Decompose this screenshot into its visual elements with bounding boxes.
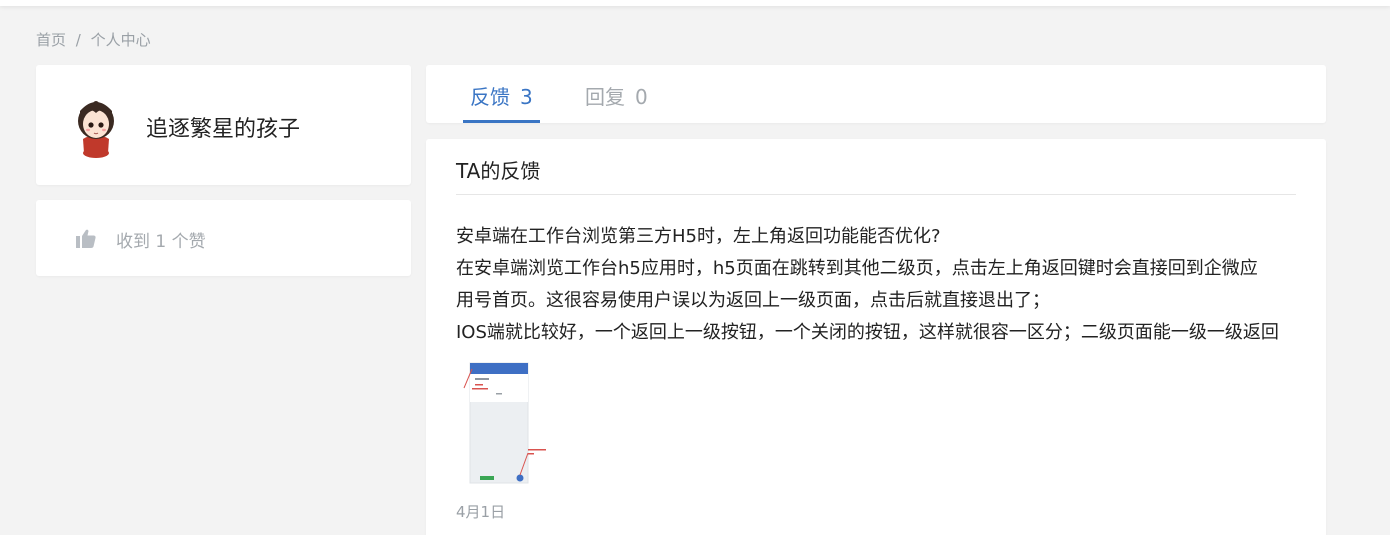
- post-body-line: IOS端就比较好，一个返回上一级按钮，一个关闭的按钮，这样就很容一区分；二级页面…: [456, 322, 1279, 343]
- feedback-list-card: TA的反馈 安卓端在工作台浏览第三方H5时，左上角返回功能能否优化? 在安卓端浏…: [426, 139, 1326, 535]
- breadcrumb: 首页 / 个人中心: [36, 29, 151, 50]
- section-title: TA的反馈: [456, 159, 541, 183]
- tabs-bar: 反馈 3 回复 0: [426, 65, 1326, 123]
- thumbs-up-icon: [76, 229, 96, 248]
- tab-feedback-count: 3: [520, 85, 533, 109]
- divider: [456, 194, 1296, 195]
- tab-reply-count: 0: [635, 85, 648, 109]
- tab-feedback[interactable]: 反馈 3: [470, 81, 533, 110]
- username: 追逐繁星的孩子: [146, 117, 301, 142]
- post-body-line: 在安卓端浏览工作台h5应用时，h5页面在跳转到其他二级页，点击左上角返回键时会直…: [456, 258, 1258, 279]
- likes-count-text: 收到 1 个赞: [116, 232, 206, 252]
- breadcrumb-home-link[interactable]: 首页: [36, 31, 66, 49]
- top-bar: [0, 0, 1390, 6]
- post-screenshot-thumbnail[interactable]: [458, 361, 552, 487]
- active-tab-indicator: [463, 120, 540, 123]
- post-date: 4月1日: [456, 503, 506, 521]
- likes-card: 收到 1 个赞: [36, 200, 411, 276]
- tab-reply-label: 回复: [585, 85, 625, 109]
- post-body-line: 用号首页。这很容易使用户误以为返回上一级页面，点击后就直接退出了；: [456, 290, 1050, 311]
- post-title-link[interactable]: 安卓端在工作台浏览第三方H5时，左上角返回功能能否优化?: [456, 221, 941, 253]
- profile-card: 追逐繁星的孩子: [36, 65, 411, 185]
- breadcrumb-separator: /: [75, 31, 81, 49]
- tab-reply[interactable]: 回复 0: [585, 81, 648, 110]
- tab-feedback-label: 反馈: [470, 85, 510, 109]
- avatar[interactable]: [74, 93, 118, 159]
- breadcrumb-current: 个人中心: [90, 31, 151, 49]
